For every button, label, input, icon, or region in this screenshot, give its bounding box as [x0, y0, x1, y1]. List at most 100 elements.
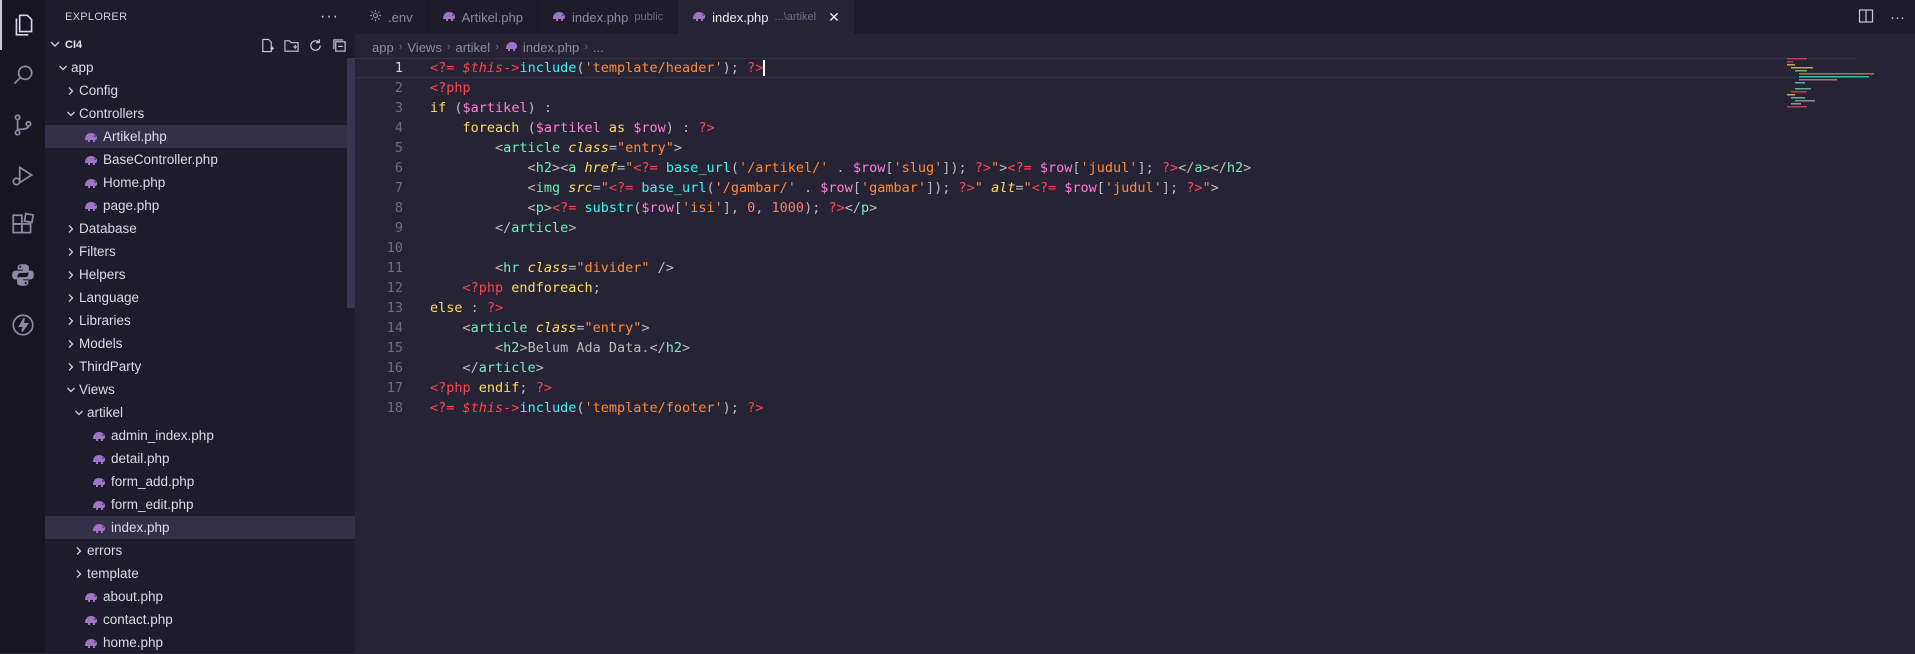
tree-item-label: Home.php [103, 175, 166, 190]
breadcrumb-artikel[interactable]: artikel [456, 40, 491, 55]
file-item-admin-index-php[interactable]: admin_index.php [45, 424, 355, 447]
code-line[interactable]: 16 </article> [355, 358, 1855, 378]
code-text: <?php endif; ?> [430, 380, 552, 396]
code-line[interactable]: 18 <?= $this->include('template/footer');… [355, 398, 1855, 418]
folder-item-database[interactable]: Database [45, 217, 355, 240]
folder-item-app[interactable]: app [45, 56, 355, 79]
breadcrumb-file[interactable]: index.php [523, 40, 579, 55]
tree-item-label: form_edit.php [111, 497, 194, 512]
folder-item-filters[interactable]: Filters [45, 240, 355, 263]
folder-item-libraries[interactable]: Libraries [45, 309, 355, 332]
tree-item-label: artikel [87, 405, 124, 420]
breadcrumb-symbol[interactable]: ... [593, 40, 604, 55]
php-icon [83, 198, 99, 214]
folder-item-artikel[interactable]: artikel [45, 401, 355, 424]
search-icon[interactable] [0, 50, 45, 100]
folder-item-thirdparty[interactable]: ThirdParty [45, 355, 355, 378]
code-line[interactable]: 2 <?php [355, 78, 1855, 98]
folder-item-template[interactable]: template [45, 562, 355, 585]
refresh-icon[interactable] [307, 37, 323, 53]
tab-artikel-php[interactable]: Artikel.php [428, 0, 538, 34]
file-item-home-php[interactable]: home.php [45, 631, 355, 654]
sidebar-scrollbar[interactable] [347, 58, 355, 308]
breadcrumb-app[interactable]: app [372, 40, 394, 55]
more-actions-icon[interactable]: ··· [320, 8, 339, 26]
tab-index-php-2[interactable]: index.php public [538, 0, 679, 34]
tree-item-label: ThirdParty [79, 359, 142, 374]
tab-label: Artikel.php [461, 9, 523, 25]
folder-item-language[interactable]: Language [45, 286, 355, 309]
explorer-icon[interactable] [0, 0, 45, 50]
php-icon [91, 497, 107, 513]
new-file-icon[interactable] [259, 37, 275, 53]
code-line[interactable]: 13 else : ?> [355, 298, 1855, 318]
lightning-icon[interactable] [0, 300, 45, 350]
close-icon[interactable]: ✕ [828, 9, 840, 26]
php-icon [91, 520, 107, 536]
source-control-icon[interactable] [0, 100, 45, 150]
folder-item-views[interactable]: Views [45, 378, 355, 401]
code-line[interactable]: 8 <p><?= substr($row['isi'], 0, 1000); ?… [355, 198, 1855, 218]
line-number: 5 [394, 140, 403, 156]
file-item-home-php[interactable]: Home.php [45, 171, 355, 194]
file-item-form-edit-php[interactable]: form_edit.php [45, 493, 355, 516]
run-debug-icon[interactable] [0, 150, 45, 200]
code-line[interactable]: 1 <?= $this->include('template/header'); … [355, 58, 1855, 78]
chevron-right-icon: › [495, 41, 499, 53]
collapse-all-icon[interactable] [331, 37, 347, 53]
tree-item-label: Controllers [79, 106, 145, 121]
tree-item-label: Libraries [79, 313, 131, 328]
split-editor-icon[interactable] [1858, 8, 1874, 27]
workspace-name: CI4 [65, 39, 83, 51]
line-number: 18 [386, 400, 403, 416]
php-icon [83, 175, 99, 191]
breadcrumb-views[interactable]: Views [407, 40, 441, 55]
php-icon [552, 10, 566, 25]
python-icon[interactable] [0, 250, 45, 300]
tab-description: public [634, 11, 664, 23]
code-line[interactable]: 11 <hr class="divider" /> [355, 258, 1855, 278]
file-item-contact-php[interactable]: contact.php [45, 608, 355, 631]
minimap[interactable] [1787, 58, 1897, 108]
folder-item-controllers[interactable]: Controllers [45, 102, 355, 125]
file-item-about-php[interactable]: about.php [45, 585, 355, 608]
file-item-index-php[interactable]: index.php [45, 516, 355, 539]
code-line[interactable]: 3 if ($artikel) : [355, 98, 1855, 118]
line-number: 1 [394, 60, 403, 76]
more-actions-icon[interactable]: ··· [1890, 9, 1905, 26]
code-line[interactable]: 7 <img src="<?= base_url('/gambar/' . $r… [355, 178, 1855, 198]
code-text: <?php [430, 80, 471, 96]
file-item-basecontroller-php[interactable]: BaseController.php [45, 148, 355, 171]
tab-label: index.php [712, 9, 769, 25]
code-line[interactable]: 15 <h2>Belum Ada Data.</h2> [355, 338, 1855, 358]
code-line[interactable]: 4 foreach ($artikel as $row) : ?> [355, 118, 1855, 138]
folder-item-config[interactable]: Config [45, 79, 355, 102]
file-item-artikel-php[interactable]: Artikel.php [45, 125, 355, 148]
file-item-page-php[interactable]: page.php [45, 194, 355, 217]
breadcrumb: app › Views › artikel › index.php › ... [372, 37, 604, 57]
extensions-icon[interactable] [0, 200, 45, 250]
folder-item-errors[interactable]: errors [45, 539, 355, 562]
tree-item-label: admin_index.php [111, 428, 214, 443]
code-line[interactable]: 12 <?php endforeach; [355, 278, 1855, 298]
folder-item-models[interactable]: Models [45, 332, 355, 355]
file-item-form-add-php[interactable]: form_add.php [45, 470, 355, 493]
code-line[interactable]: 17 <?php endif; ?> [355, 378, 1855, 398]
new-folder-icon[interactable] [283, 37, 299, 53]
code-editor[interactable]: 1 <?= $this->include('template/header'); … [355, 58, 1855, 653]
php-icon [83, 589, 99, 605]
code-line[interactable]: 9 </article> [355, 218, 1855, 238]
code-line[interactable]: 5 <article class="entry"> [355, 138, 1855, 158]
tab-label: index.php [572, 9, 629, 25]
code-line[interactable]: 10 [355, 238, 1855, 258]
code-line[interactable]: 14 <article class="entry"> [355, 318, 1855, 338]
file-item-detail-php[interactable]: detail.php [45, 447, 355, 470]
tab--env[interactable]: .env [355, 0, 428, 34]
tab-index-php-3[interactable]: index.php ...\artikel ✕ [678, 0, 855, 34]
workspace-root[interactable]: CI4 [45, 34, 355, 56]
line-number: 14 [386, 320, 403, 336]
folder-item-helpers[interactable]: Helpers [45, 263, 355, 286]
tree-item-label: contact.php [103, 612, 173, 627]
code-line[interactable]: 6 <h2><a href="<?= base_url('/artikel/' … [355, 158, 1855, 178]
editor-scrollbar[interactable] [1901, 58, 1915, 653]
